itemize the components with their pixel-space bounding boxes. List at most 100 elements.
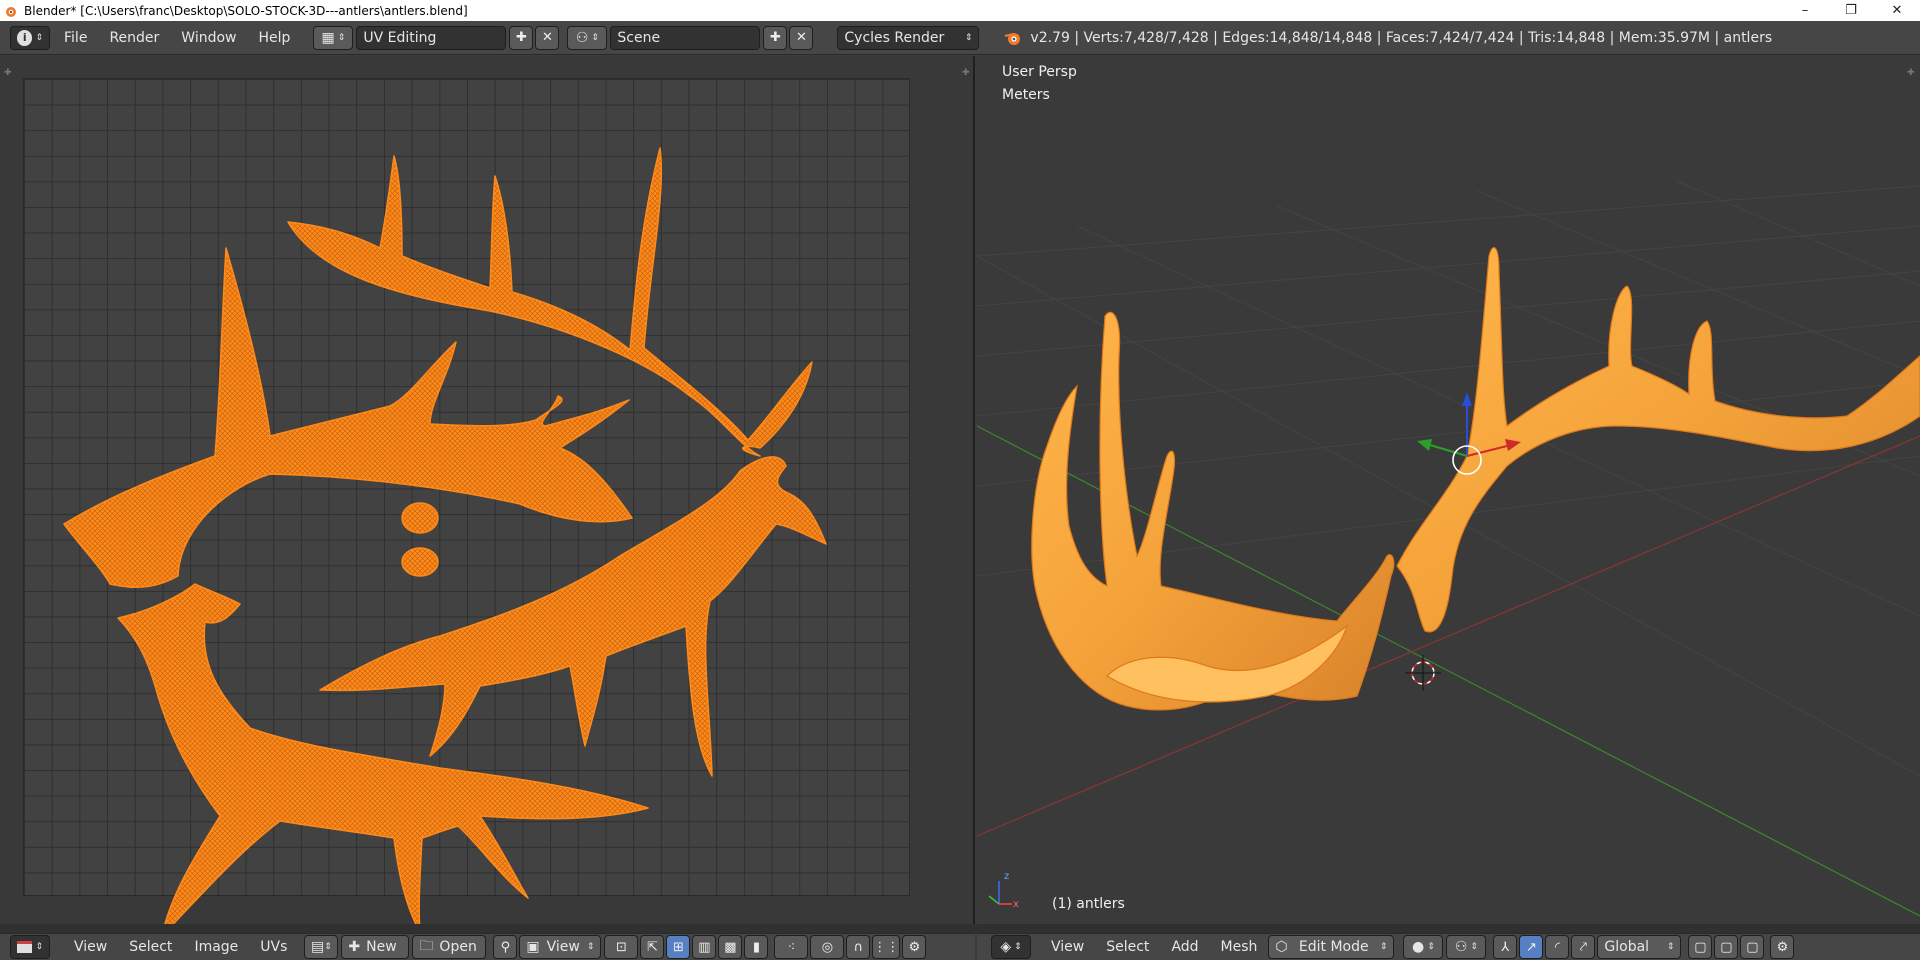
edge-select-button[interactable]: ▥ xyxy=(692,935,717,959)
folder-icon: 🗀 xyxy=(419,938,434,954)
plus-icon: ✚ xyxy=(348,939,361,955)
vp-menu-view[interactable]: View xyxy=(1040,939,1095,955)
updown-icon: ⇕ xyxy=(337,32,346,43)
pivot-dropdown[interactable]: ⊡ xyxy=(604,935,639,959)
uv-island-small-2[interactable] xyxy=(401,547,439,577)
editor-type-info-button[interactable]: i ⇕ xyxy=(10,25,50,50)
maximize-button[interactable]: ❐ xyxy=(1828,0,1874,21)
uv-editor[interactable]: ✚ ✚ xyxy=(0,56,975,924)
uv-options-button[interactable]: ⚙ xyxy=(902,935,927,959)
close-button[interactable]: ✕ xyxy=(1874,0,1920,21)
add-scene-button[interactable]: ✚ xyxy=(763,25,788,50)
remove-layout-button[interactable]: ✕ xyxy=(535,25,560,50)
uv-islands[interactable] xyxy=(0,56,975,924)
sync-selection-button[interactable]: ⇱ xyxy=(640,935,665,959)
uv-island-left[interactable] xyxy=(63,247,633,589)
vp-menu-mesh[interactable]: Mesh xyxy=(1210,939,1269,955)
add-layout-button[interactable]: ✚ xyxy=(509,25,534,50)
remove-scene-button[interactable]: ✕ xyxy=(789,25,814,50)
updown-icon: ⇕ xyxy=(1427,942,1435,952)
image-icon: ▤ xyxy=(311,939,325,955)
snap-toggle-button[interactable]: ∩ xyxy=(846,935,871,959)
transform-orientation-dropdown[interactable]: Global ⇕ xyxy=(1597,935,1682,959)
layer-icon: ▢ xyxy=(1694,939,1707,955)
menu-render[interactable]: Render xyxy=(98,30,170,46)
x-icon: ✕ xyxy=(795,30,807,45)
axis-x-label: x xyxy=(1013,899,1019,910)
interaction-mode-label: Edit Mode xyxy=(1298,939,1369,955)
viewport-scene[interactable] xyxy=(977,56,1920,924)
shading-dropdown[interactable]: ● ⇕ xyxy=(1403,935,1444,959)
minimize-button[interactable]: – xyxy=(1782,0,1828,21)
proportional-edit-button[interactable]: ⚙ xyxy=(1770,935,1795,959)
manipulator-toggle[interactable]: ⅄ xyxy=(1493,935,1518,959)
island-select-icon: ▮ xyxy=(752,939,760,955)
magnet-icon: ∩ xyxy=(853,939,864,955)
rotate-icon: ◜ xyxy=(1554,939,1560,955)
sticky-icon: ⁖ xyxy=(787,939,796,955)
3d-cursor-icon[interactable] xyxy=(1405,655,1441,691)
sticky-select-dropdown[interactable]: ⁖ xyxy=(774,935,809,959)
editor-type-3d-button[interactable]: ◈ ⇕ xyxy=(991,935,1031,959)
open-image-button[interactable]: 🗀 Open xyxy=(412,935,487,959)
layer-3-button[interactable]: ▢ xyxy=(1740,935,1765,959)
sync-icon: ⇱ xyxy=(646,939,658,955)
uv-menu-select[interactable]: Select xyxy=(118,939,183,955)
translate-manipulator-button[interactable]: ↗ xyxy=(1519,935,1544,959)
pivot-point-dropdown[interactable]: ⚇ ⇕ xyxy=(1446,935,1487,959)
updown-icon: ⇕ xyxy=(35,942,43,952)
updown-icon: ⇕ xyxy=(1379,942,1388,952)
rotate-manipulator-button[interactable]: ◜ xyxy=(1545,935,1570,959)
updown-icon: ⇕ xyxy=(586,942,595,952)
image-browse-button[interactable]: ▤ ⇕ xyxy=(304,935,339,959)
scene-field[interactable]: Scene xyxy=(610,25,761,50)
new-image-button[interactable]: ✚ New xyxy=(341,935,410,959)
island-select-button[interactable]: ▮ xyxy=(744,935,769,959)
antler-mesh-left[interactable] xyxy=(1031,311,1395,711)
menu-file[interactable]: File xyxy=(53,30,98,46)
axis-z-label: z xyxy=(1004,871,1010,882)
view-icon: ▣ xyxy=(526,939,540,955)
vertex-select-icon: ⊞ xyxy=(672,939,684,955)
uv-editor-header: ⇕ View Select Image UVs ▤ ⇕ ✚ New 🗀 Open ⚲ … xyxy=(0,933,975,960)
vp-menu-select[interactable]: Select xyxy=(1095,939,1160,955)
face-select-button[interactable]: ▩ xyxy=(718,935,743,959)
pivot-icon: ⚇ xyxy=(1454,939,1468,955)
solid-sphere-icon: ● xyxy=(1412,939,1425,955)
vertex-select-button[interactable]: ⊞ xyxy=(666,935,691,959)
proportional-icon: ◎ xyxy=(821,939,834,955)
menu-help[interactable]: Help xyxy=(247,30,301,46)
screen-layout-icon-button[interactable]: ▦ ⇕ xyxy=(313,25,354,50)
vp-menu-add[interactable]: Add xyxy=(1160,939,1209,955)
new-image-label: New xyxy=(366,939,397,955)
antler-mesh-right[interactable] xyxy=(1396,246,1920,633)
uv-menu-view[interactable]: View xyxy=(63,939,118,955)
menu-window[interactable]: Window xyxy=(170,30,247,46)
scale-icon: ⤤ xyxy=(1579,939,1588,955)
scene-icon-button[interactable]: ⚇ ⇕ xyxy=(567,25,608,50)
screen-layout-field[interactable]: UV Editing xyxy=(356,25,507,50)
scene-stats: v2.79 | Verts:7,428/7,428 | Edges:14,848… xyxy=(1030,29,1773,46)
layer-1-button[interactable]: ▢ xyxy=(1688,935,1713,959)
uv-menu-image[interactable]: Image xyxy=(183,939,249,955)
layer-2-button[interactable]: ▢ xyxy=(1714,935,1739,959)
render-engine-dropdown[interactable]: Cycles Render ⇕ xyxy=(837,25,980,50)
scale-manipulator-button[interactable]: ⤤ xyxy=(1571,935,1596,959)
3d-viewport[interactable]: ✚ ✚ User Persp Meters xyxy=(977,56,1920,924)
scene-icon: ⚇ xyxy=(575,29,589,46)
header-separator xyxy=(0,924,1920,933)
uv-menu-uvs[interactable]: UVs xyxy=(249,939,298,955)
proportional-edit-dropdown[interactable]: ◎ xyxy=(810,935,845,959)
pin-icon: ⚲ xyxy=(500,939,511,955)
pin-icon-button[interactable]: ⚲ xyxy=(493,935,518,959)
uv-island-small-1[interactable] xyxy=(401,502,439,534)
transform-orientation-label: Global xyxy=(1604,939,1650,955)
updown-icon: ⇕ xyxy=(591,32,599,43)
manipulator-icon: ⅄ xyxy=(1501,939,1510,955)
updown-icon: ⇕ xyxy=(35,32,43,43)
view-mode-dropdown[interactable]: ▣ View ⇕ xyxy=(519,935,602,959)
snap-target-button[interactable]: ⋮⋮ xyxy=(872,935,901,959)
interaction-mode-dropdown[interactable]: ⬡ Edit Mode ⇕ xyxy=(1268,935,1395,959)
editor-type-uv-button[interactable]: ⇕ xyxy=(10,935,50,959)
window-title: Blender* [C:\Users\franc\Desktop\SOLO-ST… xyxy=(24,3,468,18)
